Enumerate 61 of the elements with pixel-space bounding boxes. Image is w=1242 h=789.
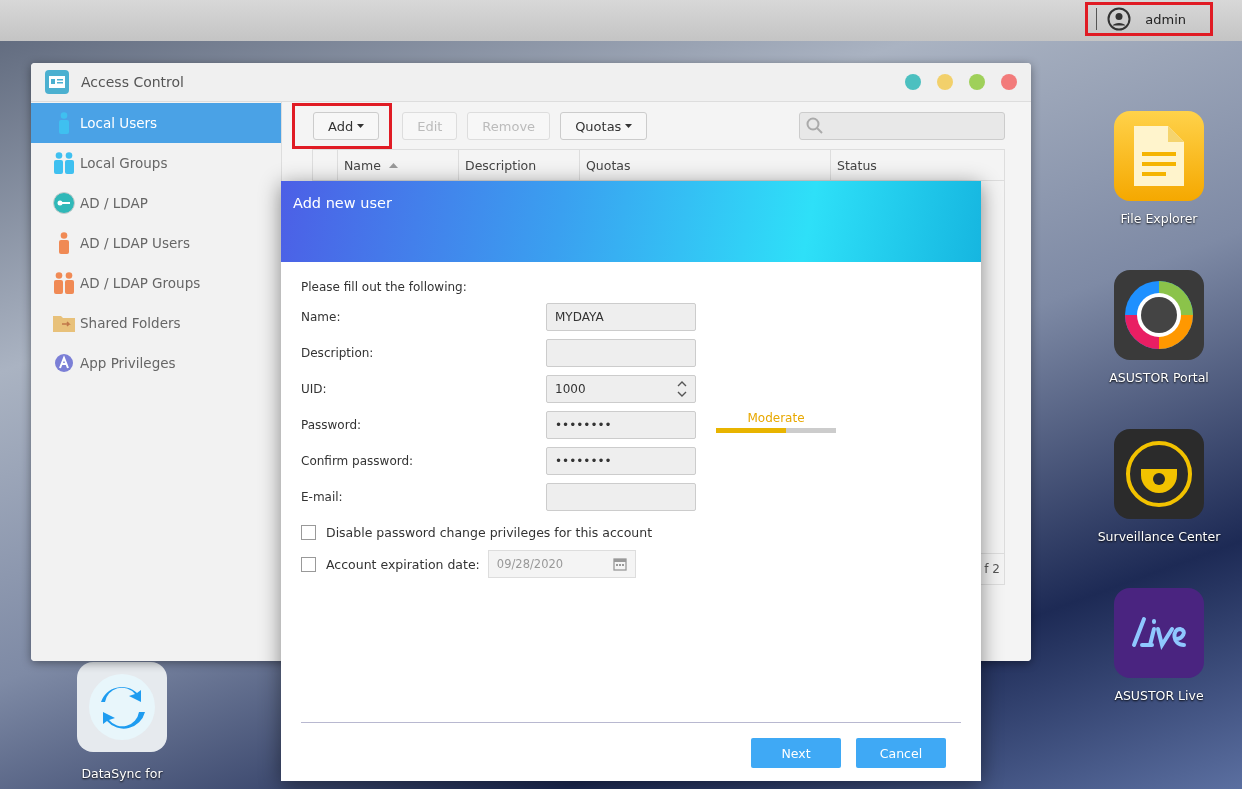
field-label: UID: (301, 382, 328, 396)
close-icon[interactable] (1001, 74, 1017, 90)
app-icon (53, 353, 74, 373)
instruction-text: Please fill out the following: (301, 280, 468, 294)
app-label: ASUSTOR Portal (1109, 370, 1209, 385)
person-icon (57, 232, 70, 254)
input-field[interactable] (546, 483, 696, 511)
field-label: Password: (301, 418, 363, 432)
app-label: ASUSTOR Live (1114, 688, 1204, 703)
input-field[interactable]: •••••••• (546, 447, 696, 475)
field-label: Confirm password: (301, 454, 415, 468)
app-tile-icon[interactable] (1114, 588, 1204, 678)
app-tile-icon[interactable] (1114, 429, 1204, 519)
folder-icon (52, 314, 75, 332)
column-header[interactable]: Status (831, 150, 1004, 180)
option-label: Account expiration date: (326, 556, 480, 572)
strength-label: Moderate (747, 411, 805, 425)
app-label: DataSync for (81, 766, 163, 781)
input-field[interactable]: MYDAYA (546, 303, 696, 331)
column-header[interactable]: Quotas (580, 150, 831, 180)
field-label: E-mail: (301, 490, 344, 504)
app-tile-icon[interactable] (1114, 270, 1204, 360)
app-label: File Explorer (1120, 211, 1198, 226)
page-count: f 2 (984, 562, 1000, 576)
field-label: Description: (301, 346, 375, 360)
sidebar-item[interactable]: AD / LDAP (31, 183, 281, 223)
user-menu[interactable]: admin (1085, 2, 1213, 36)
input-field[interactable]: 1000 (546, 375, 696, 403)
search-icon (806, 117, 824, 135)
window-control-icon[interactable] (969, 74, 985, 90)
field-label: Name: (301, 310, 342, 324)
column-header[interactable]: Name (338, 150, 459, 180)
window-control-icon[interactable] (905, 74, 921, 90)
input-field[interactable]: •••••••• (546, 411, 696, 439)
sidebar-item[interactable]: App Privileges (31, 343, 281, 383)
search-field[interactable] (799, 112, 1005, 140)
sidebar-item[interactable]: AD / LDAP Groups (31, 263, 281, 303)
sidebar-item[interactable]: Shared Folders (31, 303, 281, 343)
calendar-icon[interactable] (612, 557, 627, 571)
app-label: Surveillance Center (1097, 529, 1221, 544)
checkbox[interactable] (301, 524, 316, 540)
sidebar-item[interactable]: Local Groups (31, 143, 281, 183)
sidebar-item[interactable]: AD / LDAP Users (31, 223, 281, 263)
spinner-icon[interactable] (677, 379, 687, 399)
person-icon (57, 112, 70, 134)
input-field[interactable] (546, 339, 696, 367)
user-icon (1107, 7, 1132, 31)
column-header[interactable]: Description (459, 150, 580, 180)
window-control-icon[interactable] (937, 74, 953, 90)
checkbox[interactable] (301, 556, 316, 572)
id-card-icon (45, 70, 69, 94)
option-label: Disable password change privileges for this account (326, 524, 653, 540)
dialog-title: Add new user (293, 195, 392, 211)
people-icon (53, 152, 74, 174)
caret-icon (625, 124, 633, 128)
app-tile-icon[interactable] (1114, 111, 1204, 201)
window-title: Access Control (81, 74, 185, 90)
people-icon (53, 272, 74, 294)
app-tile-icon[interactable] (77, 662, 167, 752)
sidebar-item[interactable]: Local Users (31, 103, 281, 143)
key-icon (52, 192, 75, 214)
